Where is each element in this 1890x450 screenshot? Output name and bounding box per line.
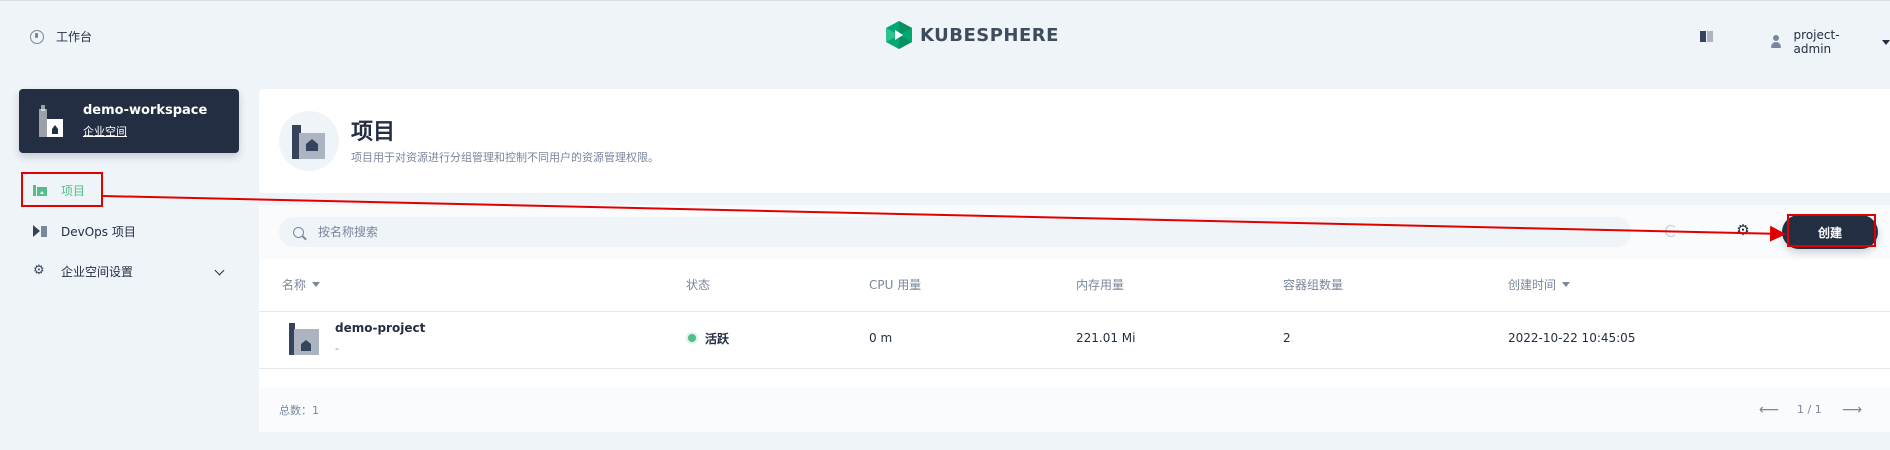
refresh-icon[interactable] [1665,225,1677,237]
documentation-icon[interactable] [1700,31,1713,42]
total-count: 总数：1 [279,404,319,417]
project-icon [292,125,325,159]
arrow-left-icon[interactable]: ⟵ [1759,402,1779,418]
search-bar[interactable] [279,217,1631,247]
page-indicator: 1 / 1 [1797,403,1822,416]
project-list-card: ⚙ 创建 名称 状态 CPU 用量 内存用量 容器组数量 创建时间 demo-p… [259,205,1890,432]
column-header-created[interactable]: 创建时间 [1508,276,1571,293]
brand-logo[interactable]: KUBESPHERE [886,21,1059,49]
workbench-link[interactable]: 工作台 [30,28,92,45]
workspace-icon [39,105,63,137]
column-label: 内存用量 [1076,278,1125,292]
status-badge: 活跃 [705,332,730,346]
status-dot-icon [688,334,696,342]
column-header-cpu: CPU 用量 [869,276,921,293]
column-header-pods: 容器组数量 [1283,276,1343,293]
caret-down-icon [1882,39,1890,45]
page-title: 项目 [351,120,396,145]
column-header-name[interactable]: 名称 [282,276,321,293]
sort-down-icon [1562,282,1571,287]
search-input[interactable] [318,225,1518,239]
annotation-box-projects [21,172,103,207]
search-icon [293,226,304,238]
kubesphere-logo-icon [886,21,912,49]
sidebar-item-label: 企业空间设置 [61,264,134,279]
workspace-type: 企业空间 [83,125,127,138]
list-footer: 总数：1 ⟵ 1 / 1 ⟶ [259,387,1890,432]
user-icon [1770,35,1782,49]
project-name-link[interactable]: demo-project [335,321,425,335]
arrow-right-icon[interactable]: ⟶ [1842,402,1862,418]
column-label: CPU 用量 [869,278,922,292]
project-description: - [335,342,339,355]
gear-icon[interactable]: ⚙ [1735,222,1751,238]
list-toolbar: ⚙ 创建 [259,205,1890,259]
workbench-label: 工作台 [56,30,93,44]
top-header: 工作台 KUBESPHERE project-admin [0,0,1890,70]
annotation-box-create [1787,214,1876,247]
workspace-selector[interactable]: demo-workspace 企业空间 [19,89,239,153]
dashboard-icon [30,29,44,44]
cpu-usage: 0 m [869,331,893,345]
devops-icon [33,225,47,237]
sidebar-item-label: DevOps 项目 [61,224,136,239]
column-header-status: 状态 [686,276,710,293]
column-label: 名称 [282,278,307,292]
memory-usage: 221.01 Mi [1076,331,1136,345]
page-banner: 项目 项目用于对资源进行分组管理和控制不同用户的资源管理权限。 [259,89,1890,193]
column-label: 容器组数量 [1283,278,1344,292]
created-time: 2022-10-22 10:45:05 [1508,331,1636,345]
brand-name: KUBESPHERE [920,24,1059,46]
divider [259,368,1890,369]
column-label: 状态 [686,278,711,292]
project-icon [289,323,319,355]
banner-icon-wrap [279,111,339,171]
workspace-name: demo-workspace [83,103,208,118]
sort-down-icon [312,282,321,287]
sidebar-item-devops[interactable]: DevOps 项目 [19,213,239,249]
divider [259,311,1890,312]
column-label: 创建时间 [1508,278,1557,292]
sidebar-item-workspace-settings[interactable]: ⚙ 企业空间设置 [19,253,239,289]
page-description: 项目用于对资源进行分组管理和控制不同用户的资源管理权限。 [351,151,659,164]
user-name: project-admin [1793,28,1840,56]
chevron-down-icon[interactable] [214,265,225,276]
column-header-memory: 内存用量 [1076,276,1124,293]
user-menu[interactable]: project-admin [1770,28,1890,56]
gear-icon: ⚙ [33,263,45,278]
pod-count: 2 [1283,331,1291,345]
